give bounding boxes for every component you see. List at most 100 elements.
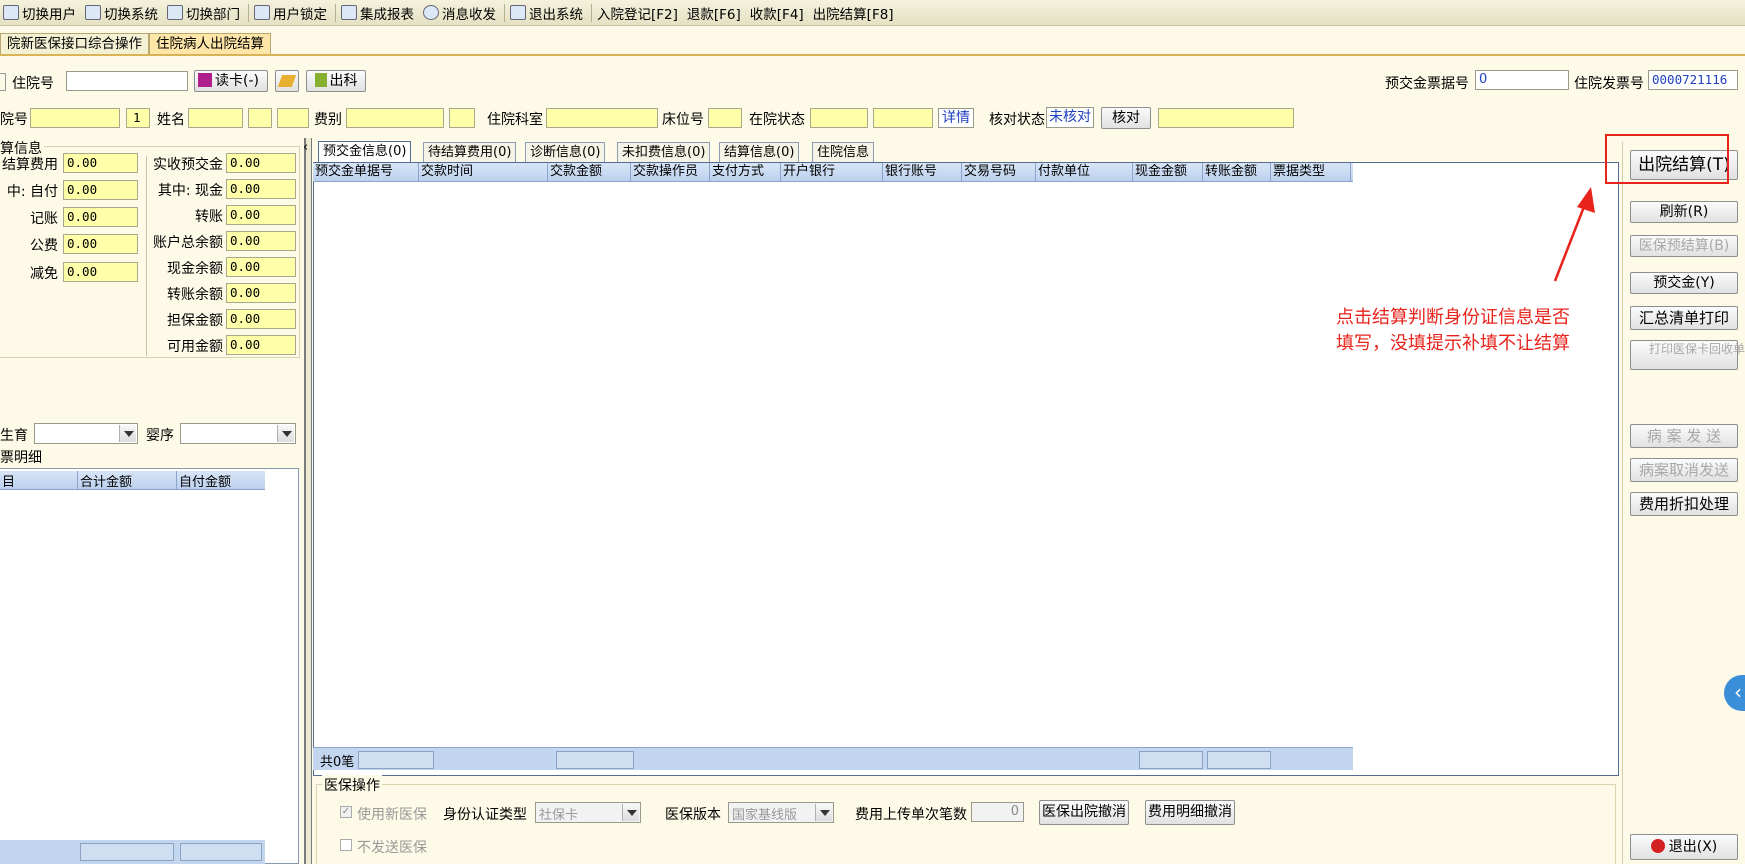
- exit-system-button[interactable]: 退出系统: [507, 2, 589, 24]
- footer-transfer-cell: [1207, 751, 1271, 769]
- settle-right-value[interactable]: 0.00: [226, 257, 296, 277]
- grid-column-header[interactable]: 现金金额: [1133, 163, 1203, 181]
- discharge-shortcut[interactable]: 出院结算[F8]: [810, 2, 900, 24]
- discount-button[interactable]: 费用折扣处理: [1630, 492, 1738, 516]
- no-send-checkbox[interactable]: [340, 839, 352, 851]
- settle-right-value[interactable]: 0.00: [226, 231, 296, 251]
- invoice-detail-grid[interactable]: [0, 468, 299, 864]
- read-card-button[interactable]: 读卡(-): [194, 70, 268, 92]
- cut-checkbox[interactable]: [0, 73, 6, 91]
- user-lock-button[interactable]: 用户锁定: [251, 2, 333, 24]
- birth-select[interactable]: [34, 423, 138, 444]
- invoice-detail-header: 目 合计金额 自付金额: [0, 471, 265, 490]
- clear-button[interactable]: [275, 70, 299, 92]
- grid-column-header[interactable]: 交款操作员: [631, 163, 710, 181]
- cancel-discharge-button[interactable]: 医保出院撤消: [1039, 800, 1129, 825]
- highlight-box: [1605, 134, 1729, 184]
- main-tabbar: 院新医保接口综合操作 住院病人出院结算: [0, 33, 1745, 56]
- grid-column-header[interactable]: 开户银行: [781, 163, 883, 181]
- grid-column-header[interactable]: 支付方式: [710, 163, 781, 181]
- count-input[interactable]: 1: [126, 108, 150, 128]
- switch-system-button[interactable]: 切换系统: [82, 2, 164, 24]
- tab-insurance-ops[interactable]: 院新医保接口综合操作: [0, 33, 149, 54]
- report-button[interactable]: 集成报表: [338, 2, 420, 24]
- name-input[interactable]: [188, 108, 243, 128]
- case-cancel-button[interactable]: 病案取消发送: [1630, 458, 1738, 482]
- case-send-button[interactable]: 病 案 发 送: [1630, 424, 1738, 448]
- detail-tab[interactable]: 住院信息: [812, 142, 875, 162]
- detail-tab[interactable]: 待结算费用(0): [423, 142, 517, 162]
- admission-shortcut[interactable]: 入院登记[F2]: [594, 2, 684, 24]
- bed-input[interactable]: [708, 108, 742, 128]
- settle-right-value[interactable]: 0.00: [226, 179, 296, 199]
- deposit-no-input[interactable]: 0: [1475, 70, 1569, 90]
- version-select[interactable]: 国家基线版: [728, 802, 834, 823]
- status-date-input[interactable]: [873, 108, 933, 128]
- grid-column-header[interactable]: 付款单位: [1036, 163, 1133, 181]
- grid-column-header[interactable]: 预交金单据号: [313, 163, 419, 181]
- collapse-left-icon[interactable]: ‹: [303, 140, 308, 155]
- use-new-checkbox[interactable]: ✓: [340, 806, 352, 818]
- dept-input[interactable]: [546, 108, 658, 128]
- settle-left-value[interactable]: 0.00: [63, 234, 138, 254]
- invoice-no-input[interactable]: 0000721116: [1648, 70, 1738, 90]
- fee-type-input[interactable]: [346, 108, 444, 128]
- settle-left-label: 结算费用: [2, 157, 58, 173]
- detail-tab[interactable]: 预交金信息(0): [318, 141, 412, 163]
- exit-button[interactable]: 退出(X): [1630, 834, 1738, 860]
- settle-right-label: 担保金额: [167, 313, 223, 329]
- check-button[interactable]: 核对: [1101, 107, 1151, 129]
- switch-user-button[interactable]: 切换用户: [0, 2, 82, 24]
- settle-right-value[interactable]: 0.00: [226, 283, 296, 303]
- fee-code-input[interactable]: [449, 108, 475, 128]
- invoice-col-item: 目: [0, 471, 78, 490]
- refresh-button[interactable]: 刷新(R): [1630, 201, 1738, 223]
- age-input[interactable]: [277, 108, 309, 128]
- collect-shortcut[interactable]: 收款[F4]: [747, 2, 810, 24]
- panel-splitter[interactable]: [304, 138, 312, 864]
- settle-right-label: 可用金额: [167, 339, 223, 355]
- pre-settle-button[interactable]: 医保预结算(B): [1630, 235, 1738, 257]
- detail-tab[interactable]: 诊断信息(0): [525, 142, 606, 162]
- settle-left-value[interactable]: 0.00: [63, 153, 138, 173]
- toolbar-divider: [335, 3, 336, 22]
- deposit-grid[interactable]: [313, 162, 1619, 776]
- detail-tab[interactable]: 结算信息(0): [719, 142, 800, 162]
- cancel-detail-button[interactable]: 费用明细撤消: [1145, 800, 1235, 825]
- inpatient-no-input[interactable]: [30, 108, 120, 128]
- exit-icon: [510, 5, 526, 20]
- settle-left-value[interactable]: 0.00: [63, 207, 138, 227]
- fee-type-label: 费别: [314, 112, 342, 128]
- settle-left-value[interactable]: 0.00: [63, 180, 138, 200]
- refund-shortcut[interactable]: 退款[F6]: [684, 2, 747, 24]
- print-card-button[interactable]: 打印医保卡回收单: [1630, 340, 1745, 370]
- dept-label: 住院科室: [487, 112, 543, 128]
- gender-input[interactable]: [248, 108, 272, 128]
- settle-right-value[interactable]: 0.00: [226, 153, 296, 173]
- hosp-no-input[interactable]: [66, 71, 188, 91]
- grid-column-header[interactable]: 银行账号: [883, 163, 962, 181]
- settle-right-value[interactable]: 0.00: [226, 205, 296, 225]
- upload-count-input[interactable]: 0: [971, 802, 1024, 822]
- message-button[interactable]: 消息收发: [420, 2, 502, 24]
- deposit-button[interactable]: 预交金(Y): [1630, 272, 1738, 294]
- grid-column-header[interactable]: 交款金额: [548, 163, 631, 181]
- status-input[interactable]: [810, 108, 868, 128]
- grid-column-header[interactable]: 转账金额: [1203, 163, 1271, 181]
- grid-column-header[interactable]: 交款时间: [419, 163, 548, 181]
- baby-select[interactable]: [180, 423, 296, 444]
- chevron-down-icon: [622, 804, 639, 821]
- tab-discharge-settlement[interactable]: 住院病人出院结算: [149, 33, 271, 54]
- grid-column-header[interactable]: 票据类型: [1271, 163, 1351, 181]
- settle-right-value[interactable]: 0.00: [226, 309, 296, 329]
- summary-print-button[interactable]: 汇总清单打印: [1630, 306, 1738, 330]
- settle-right-value[interactable]: 0.00: [226, 335, 296, 355]
- switch-dept-button[interactable]: 切换部门: [164, 2, 246, 24]
- grid-column-header[interactable]: 交易号码: [962, 163, 1036, 181]
- discharge-dept-button[interactable]: 出科: [306, 70, 366, 92]
- detail-tab[interactable]: 未扣费信息(0): [617, 142, 711, 162]
- check-result-input[interactable]: [1158, 108, 1294, 128]
- detail-link[interactable]: 详情: [938, 108, 974, 128]
- id-type-select[interactable]: 社保卡: [535, 802, 641, 823]
- settle-left-value[interactable]: 0.00: [63, 262, 138, 282]
